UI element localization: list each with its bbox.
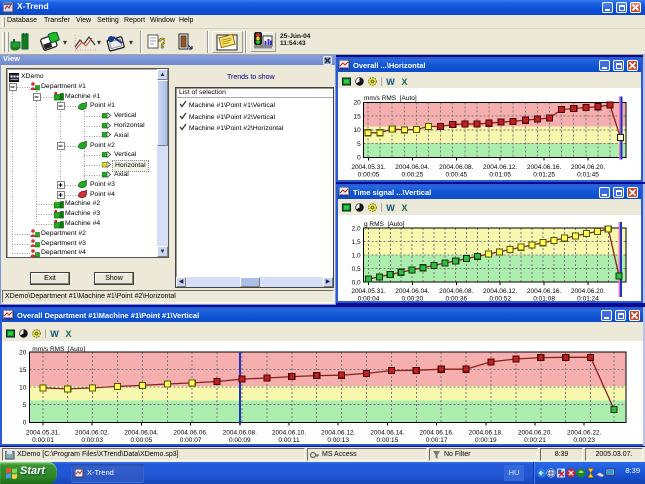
svg-text:0:00:20: 0:00:20 bbox=[402, 296, 424, 302]
svg-text:2004.06.16.: 2004.06.16. bbox=[419, 430, 454, 437]
svg-text:2004.05.31.: 2004.05.31. bbox=[351, 288, 386, 295]
svg-text:W: W bbox=[386, 77, 395, 86]
svg-text:0,5: 0,5 bbox=[352, 266, 361, 273]
svg-text:2004.06.18.: 2004.06.18. bbox=[469, 430, 504, 437]
svg-text:2004.06.08.: 2004.06.08. bbox=[439, 164, 474, 171]
svg-text:0: 0 bbox=[23, 420, 27, 427]
svg-text:0,0: 0,0 bbox=[352, 279, 361, 286]
svg-text:2004.06.12.: 2004.06.12. bbox=[483, 288, 518, 295]
svg-text:2004.06.20.: 2004.06.20. bbox=[518, 430, 553, 437]
svg-text:0:00:25: 0:00:25 bbox=[402, 172, 424, 179]
svg-text:2004.06.14.: 2004.06.14. bbox=[370, 430, 405, 437]
svg-text:0:00:13: 0:00:13 bbox=[327, 437, 349, 444]
svg-text:2004.06.20.: 2004.06.20. bbox=[571, 164, 606, 171]
svg-text:0:01:45: 0:01:45 bbox=[577, 172, 599, 179]
svg-text:0:00:05: 0:00:05 bbox=[131, 437, 153, 444]
svg-text:10: 10 bbox=[353, 127, 361, 134]
svg-text:0:00:05: 0:00:05 bbox=[358, 172, 380, 179]
svg-text:2004.06.16.: 2004.06.16. bbox=[527, 164, 562, 171]
svg-text:2,0: 2,0 bbox=[352, 225, 361, 232]
svg-text:5: 5 bbox=[357, 141, 361, 148]
svg-text:20: 20 bbox=[353, 100, 361, 107]
svg-text:g RMS [Auto]: g RMS [Auto] bbox=[364, 221, 405, 228]
svg-text:0:00:52: 0:00:52 bbox=[489, 296, 511, 302]
svg-text:0:00:03: 0:00:03 bbox=[81, 437, 103, 444]
svg-text:X: X bbox=[401, 203, 407, 212]
svg-text:2004.06.06.: 2004.06.06. bbox=[173, 430, 208, 437]
svg-text:2004.06.10.: 2004.06.10. bbox=[272, 430, 307, 437]
svg-text:0:00:21: 0:00:21 bbox=[524, 437, 546, 444]
svg-text:0:01:25: 0:01:25 bbox=[533, 172, 555, 179]
svg-text:2004.06.12.: 2004.06.12. bbox=[483, 164, 518, 171]
svg-text:2004.06.02.: 2004.06.02. bbox=[75, 430, 110, 437]
svg-text:0:01:24: 0:01:24 bbox=[577, 296, 599, 302]
svg-text:2004.06.20.: 2004.06.20. bbox=[571, 288, 606, 295]
svg-text:2004.06.08.: 2004.06.08. bbox=[439, 288, 474, 295]
svg-text:20: 20 bbox=[19, 349, 27, 356]
svg-text:2004.05.31.: 2004.05.31. bbox=[351, 164, 386, 171]
svg-text:0:00:19: 0:00:19 bbox=[475, 437, 497, 444]
svg-text:15: 15 bbox=[19, 367, 27, 374]
svg-text:1,5: 1,5 bbox=[352, 239, 361, 246]
svg-text:5: 5 bbox=[23, 402, 27, 409]
svg-text:0:00:15: 0:00:15 bbox=[377, 437, 399, 444]
svg-text:10: 10 bbox=[19, 385, 27, 392]
svg-text:0:00:11: 0:00:11 bbox=[278, 437, 300, 444]
svg-text:2004.06.22.: 2004.06.22. bbox=[567, 430, 602, 437]
svg-text:0:00:09: 0:00:09 bbox=[229, 437, 251, 444]
svg-text:15: 15 bbox=[353, 113, 361, 120]
svg-text:0:01:08: 0:01:08 bbox=[533, 296, 555, 302]
svg-text:1,0: 1,0 bbox=[352, 252, 361, 259]
svg-text:mm/s RMS [Auto]: mm/s RMS [Auto] bbox=[364, 95, 417, 102]
svg-text:0:00:01: 0:00:01 bbox=[32, 437, 54, 444]
svg-text:?: ? bbox=[158, 35, 165, 52]
svg-text:W: W bbox=[50, 329, 59, 338]
svg-text:X: X bbox=[401, 77, 407, 86]
svg-text:0:00:23: 0:00:23 bbox=[573, 437, 595, 444]
svg-text:X: X bbox=[65, 329, 71, 338]
svg-text:0: 0 bbox=[357, 155, 361, 162]
svg-text:0:00:07: 0:00:07 bbox=[180, 437, 202, 444]
svg-text:2004.06.12.: 2004.06.12. bbox=[321, 430, 356, 437]
svg-text:0:00:36: 0:00:36 bbox=[445, 296, 467, 302]
svg-text:2004.06.08.: 2004.06.08. bbox=[223, 430, 258, 437]
svg-text:0:00:04: 0:00:04 bbox=[358, 296, 380, 302]
svg-text:2004.06.04.: 2004.06.04. bbox=[124, 430, 159, 437]
svg-text:2004.05.31.: 2004.05.31. bbox=[26, 430, 61, 437]
svg-text:2004.06.04.: 2004.06.04. bbox=[395, 288, 430, 295]
svg-text:0:00:17: 0:00:17 bbox=[426, 437, 448, 444]
svg-text:0:01:05: 0:01:05 bbox=[489, 172, 511, 179]
svg-text:0:00:45: 0:00:45 bbox=[445, 172, 467, 179]
svg-text:2004.06.04.: 2004.06.04. bbox=[395, 164, 430, 171]
svg-text:2004.06.16.: 2004.06.16. bbox=[527, 288, 562, 295]
svg-text:W: W bbox=[386, 203, 395, 212]
